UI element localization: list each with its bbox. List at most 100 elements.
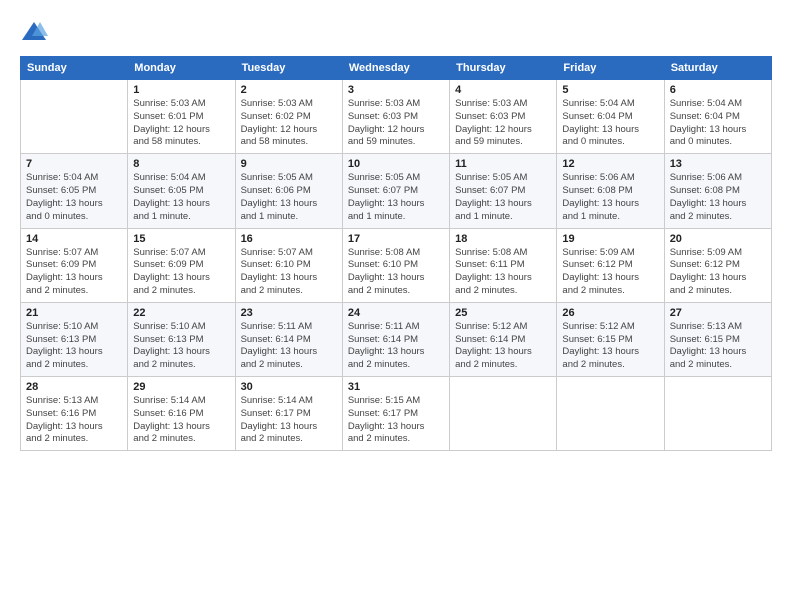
day-number: 20: [670, 233, 766, 245]
day-info: Sunrise: 5:14 AMSunset: 6:16 PMDaylight:…: [133, 395, 229, 446]
page: SundayMondayTuesdayWednesdayThursdayFrid…: [0, 0, 792, 612]
day-number: 27: [670, 307, 766, 319]
calendar-cell: 16 Sunrise: 5:07 AMSunset: 6:10 PMDayligh…: [235, 228, 342, 302]
calendar-header-row: SundayMondayTuesdayWednesdayThursdayFrid…: [21, 57, 772, 80]
day-info: Sunrise: 5:08 AMSunset: 6:10 PMDaylight:…: [348, 247, 444, 298]
day-info: Sunrise: 5:09 AMSunset: 6:12 PMDaylight:…: [562, 247, 658, 298]
weekday-header: Tuesday: [235, 57, 342, 80]
day-info: Sunrise: 5:14 AMSunset: 6:17 PMDaylight:…: [241, 395, 337, 446]
day-number: 15: [133, 233, 229, 245]
day-info: Sunrise: 5:06 AMSunset: 6:08 PMDaylight:…: [670, 172, 766, 223]
calendar-week-row: 1Sunrise: 5:03 AMSunset: 6:01 PMDaylight…: [21, 80, 772, 154]
day-info: Sunrise: 5:09 AMSunset: 6:12 PMDaylight:…: [670, 247, 766, 298]
day-number: 6: [670, 84, 766, 96]
calendar-cell: 30 Sunrise: 5:14 AMSunset: 6:17 PMDayligh…: [235, 377, 342, 451]
day-number: 10: [348, 158, 444, 170]
calendar-cell: 22 Sunrise: 5:10 AMSunset: 6:13 PMDayligh…: [128, 302, 235, 376]
calendar-cell: 10 Sunrise: 5:05 AMSunset: 6:07 PMDayligh…: [342, 154, 449, 228]
calendar-cell: 5Sunrise: 5:04 AMSunset: 6:04 PMDaylight…: [557, 80, 664, 154]
day-number: 14: [26, 233, 122, 245]
calendar-cell: 2Sunrise: 5:03 AMSunset: 6:02 PMDaylight…: [235, 80, 342, 154]
weekday-header: Thursday: [450, 57, 557, 80]
day-info: Sunrise: 5:04 AMSunset: 6:04 PMDaylight:…: [670, 98, 766, 149]
day-info: Sunrise: 5:10 AMSunset: 6:13 PMDaylight:…: [26, 321, 122, 372]
day-number: 11: [455, 158, 551, 170]
day-number: 16: [241, 233, 337, 245]
calendar-cell: 21Sunrise: 5:10 AMSunset: 6:13 PMDayligh…: [21, 302, 128, 376]
day-number: 22: [133, 307, 229, 319]
calendar-week-row: 21Sunrise: 5:10 AMSunset: 6:13 PMDayligh…: [21, 302, 772, 376]
day-info: Sunrise: 5:15 AMSunset: 6:17 PMDaylight:…: [348, 395, 444, 446]
logo-icon: [20, 18, 48, 46]
day-number: 31: [348, 381, 444, 393]
calendar-cell: [557, 377, 664, 451]
day-number: 30: [241, 381, 337, 393]
day-info: Sunrise: 5:07 AMSunset: 6:10 PMDaylight:…: [241, 247, 337, 298]
calendar-cell: 25 Sunrise: 5:12 AMSunset: 6:14 PMDayligh…: [450, 302, 557, 376]
day-number: 29: [133, 381, 229, 393]
calendar-cell: 12Sunrise: 5:06 AMSunset: 6:08 PMDayligh…: [557, 154, 664, 228]
calendar-week-row: 28 Sunrise: 5:13 AMSunset: 6:16 PMDayligh…: [21, 377, 772, 451]
calendar-cell: 7Sunrise: 5:04 AMSunset: 6:05 PMDaylight…: [21, 154, 128, 228]
weekday-header: Wednesday: [342, 57, 449, 80]
calendar-cell: 19 Sunrise: 5:09 AMSunset: 6:12 PMDayligh…: [557, 228, 664, 302]
day-number: 23: [241, 307, 337, 319]
day-number: 8: [133, 158, 229, 170]
calendar-cell: 23 Sunrise: 5:11 AMSunset: 6:14 PMDayligh…: [235, 302, 342, 376]
header: [20, 18, 772, 46]
day-number: 19: [562, 233, 658, 245]
calendar-cell: 17 Sunrise: 5:08 AMSunset: 6:10 PMDayligh…: [342, 228, 449, 302]
day-info: Sunrise: 5:04 AMSunset: 6:05 PMDaylight:…: [133, 172, 229, 223]
day-number: 25: [455, 307, 551, 319]
calendar-cell: 4 Sunrise: 5:03 AMSunset: 6:03 PMDaylight…: [450, 80, 557, 154]
calendar-cell: 3Sunrise: 5:03 AMSunset: 6:03 PMDaylight…: [342, 80, 449, 154]
calendar-cell: 31 Sunrise: 5:15 AMSunset: 6:17 PMDayligh…: [342, 377, 449, 451]
calendar-cell: 29 Sunrise: 5:14 AMSunset: 6:16 PMDayligh…: [128, 377, 235, 451]
calendar-cell: 26 Sunrise: 5:12 AMSunset: 6:15 PMDayligh…: [557, 302, 664, 376]
day-info: Sunrise: 5:07 AMSunset: 6:09 PMDaylight:…: [26, 247, 122, 298]
weekday-header: Monday: [128, 57, 235, 80]
calendar-cell: [450, 377, 557, 451]
calendar-cell: 27 Sunrise: 5:13 AMSunset: 6:15 PMDayligh…: [664, 302, 771, 376]
calendar-cell: 14 Sunrise: 5:07 AMSunset: 6:09 PMDayligh…: [21, 228, 128, 302]
day-info: Sunrise: 5:05 AMSunset: 6:07 PMDaylight:…: [455, 172, 551, 223]
calendar-cell: 24Sunrise: 5:11 AMSunset: 6:14 PMDayligh…: [342, 302, 449, 376]
day-info: Sunrise: 5:11 AMSunset: 6:14 PMDaylight:…: [241, 321, 337, 372]
day-number: 26: [562, 307, 658, 319]
day-number: 9: [241, 158, 337, 170]
day-number: 28: [26, 381, 122, 393]
day-info: Sunrise: 5:13 AMSunset: 6:15 PMDaylight:…: [670, 321, 766, 372]
day-info: Sunrise: 5:13 AMSunset: 6:16 PMDaylight:…: [26, 395, 122, 446]
day-number: 1: [133, 84, 229, 96]
day-info: Sunrise: 5:04 AMSunset: 6:05 PMDaylight:…: [26, 172, 122, 223]
day-info: Sunrise: 5:10 AMSunset: 6:13 PMDaylight:…: [133, 321, 229, 372]
calendar-week-row: 14 Sunrise: 5:07 AMSunset: 6:09 PMDayligh…: [21, 228, 772, 302]
day-info: Sunrise: 5:04 AMSunset: 6:04 PMDaylight:…: [562, 98, 658, 149]
day-info: Sunrise: 5:05 AMSunset: 6:06 PMDaylight:…: [241, 172, 337, 223]
day-info: Sunrise: 5:12 AMSunset: 6:14 PMDaylight:…: [455, 321, 551, 372]
day-number: 17: [348, 233, 444, 245]
day-info: Sunrise: 5:05 AMSunset: 6:07 PMDaylight:…: [348, 172, 444, 223]
calendar-table: SundayMondayTuesdayWednesdayThursdayFrid…: [20, 56, 772, 451]
day-number: 13: [670, 158, 766, 170]
calendar-cell: 1Sunrise: 5:03 AMSunset: 6:01 PMDaylight…: [128, 80, 235, 154]
day-info: Sunrise: 5:03 AMSunset: 6:03 PMDaylight:…: [455, 98, 551, 149]
day-number: 4: [455, 84, 551, 96]
day-info: Sunrise: 5:12 AMSunset: 6:15 PMDaylight:…: [562, 321, 658, 372]
calendar-cell: 6 Sunrise: 5:04 AMSunset: 6:04 PMDaylight…: [664, 80, 771, 154]
logo: [20, 18, 52, 46]
calendar-week-row: 7Sunrise: 5:04 AMSunset: 6:05 PMDaylight…: [21, 154, 772, 228]
calendar-cell: 15 Sunrise: 5:07 AMSunset: 6:09 PMDayligh…: [128, 228, 235, 302]
calendar-cell: 9 Sunrise: 5:05 AMSunset: 6:06 PMDaylight…: [235, 154, 342, 228]
calendar-cell: 20 Sunrise: 5:09 AMSunset: 6:12 PMDayligh…: [664, 228, 771, 302]
day-info: Sunrise: 5:07 AMSunset: 6:09 PMDaylight:…: [133, 247, 229, 298]
day-number: 24: [348, 307, 444, 319]
day-info: Sunrise: 5:03 AMSunset: 6:03 PMDaylight:…: [348, 98, 444, 149]
calendar-cell: 11 Sunrise: 5:05 AMSunset: 6:07 PMDayligh…: [450, 154, 557, 228]
calendar-cell: 8 Sunrise: 5:04 AMSunset: 6:05 PMDaylight…: [128, 154, 235, 228]
weekday-header: Sunday: [21, 57, 128, 80]
day-info: Sunrise: 5:03 AMSunset: 6:02 PMDaylight:…: [241, 98, 337, 149]
calendar-cell: [664, 377, 771, 451]
day-info: Sunrise: 5:06 AMSunset: 6:08 PMDaylight:…: [562, 172, 658, 223]
day-number: 18: [455, 233, 551, 245]
